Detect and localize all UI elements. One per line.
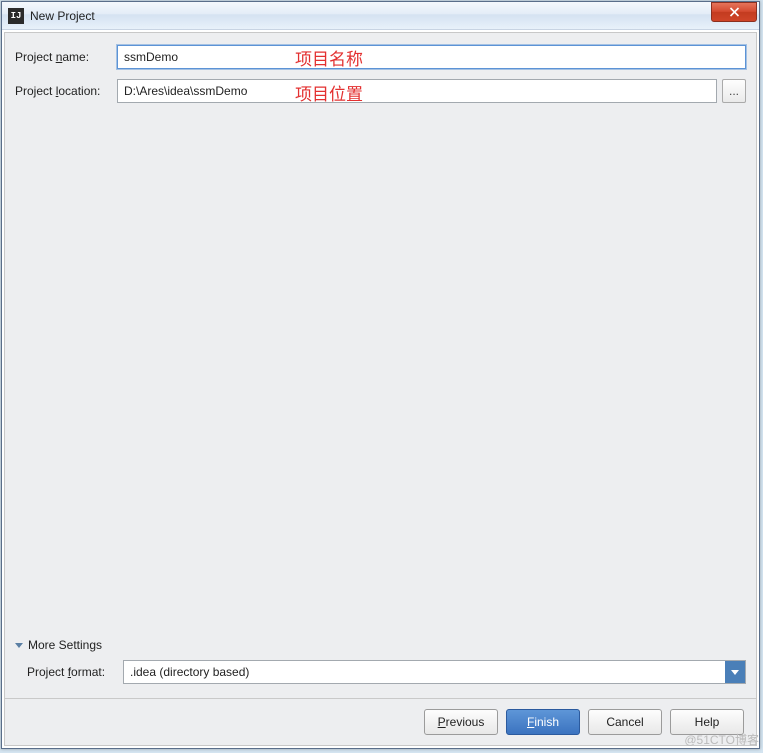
browse-button[interactable]: ... [722, 79, 746, 103]
combo-arrow-icon [725, 661, 745, 683]
chevron-down-icon [15, 643, 23, 648]
button-row: Previous Finish Cancel Help [15, 709, 746, 735]
help-button[interactable]: Help [670, 709, 744, 735]
project-format-value: .idea (directory based) [124, 665, 725, 679]
more-settings-toggle[interactable]: More Settings [15, 638, 746, 652]
project-name-row: Project name: 项目名称 [15, 45, 746, 69]
project-name-label: Project name: [15, 50, 117, 64]
titlebar[interactable]: IJ New Project [2, 2, 759, 30]
project-location-label: Project location: [15, 84, 117, 98]
spacer [15, 113, 746, 638]
project-format-combo[interactable]: .idea (directory based) [123, 660, 746, 684]
content-wrap: Project name: 项目名称 Project location: ...… [2, 30, 759, 748]
project-format-label: Project format: [27, 665, 123, 679]
project-location-input[interactable] [117, 79, 717, 103]
project-name-input[interactable] [117, 45, 746, 69]
separator [5, 698, 756, 699]
previous-button[interactable]: Previous [424, 709, 498, 735]
window-title: New Project [30, 9, 95, 23]
dialog-content: Project name: 项目名称 Project location: ...… [4, 32, 757, 746]
project-location-row: Project location: ... 项目位置 [15, 79, 746, 103]
cancel-button[interactable]: Cancel [588, 709, 662, 735]
close-button[interactable] [711, 2, 757, 22]
finish-button[interactable]: Finish [506, 709, 580, 735]
project-format-row: Project format: .idea (directory based) [27, 660, 746, 684]
new-project-dialog: IJ New Project Project name: 项目名称 Projec… [1, 1, 760, 749]
app-icon: IJ [8, 8, 24, 24]
close-icon [729, 7, 740, 17]
more-settings-label: More Settings [28, 638, 102, 652]
